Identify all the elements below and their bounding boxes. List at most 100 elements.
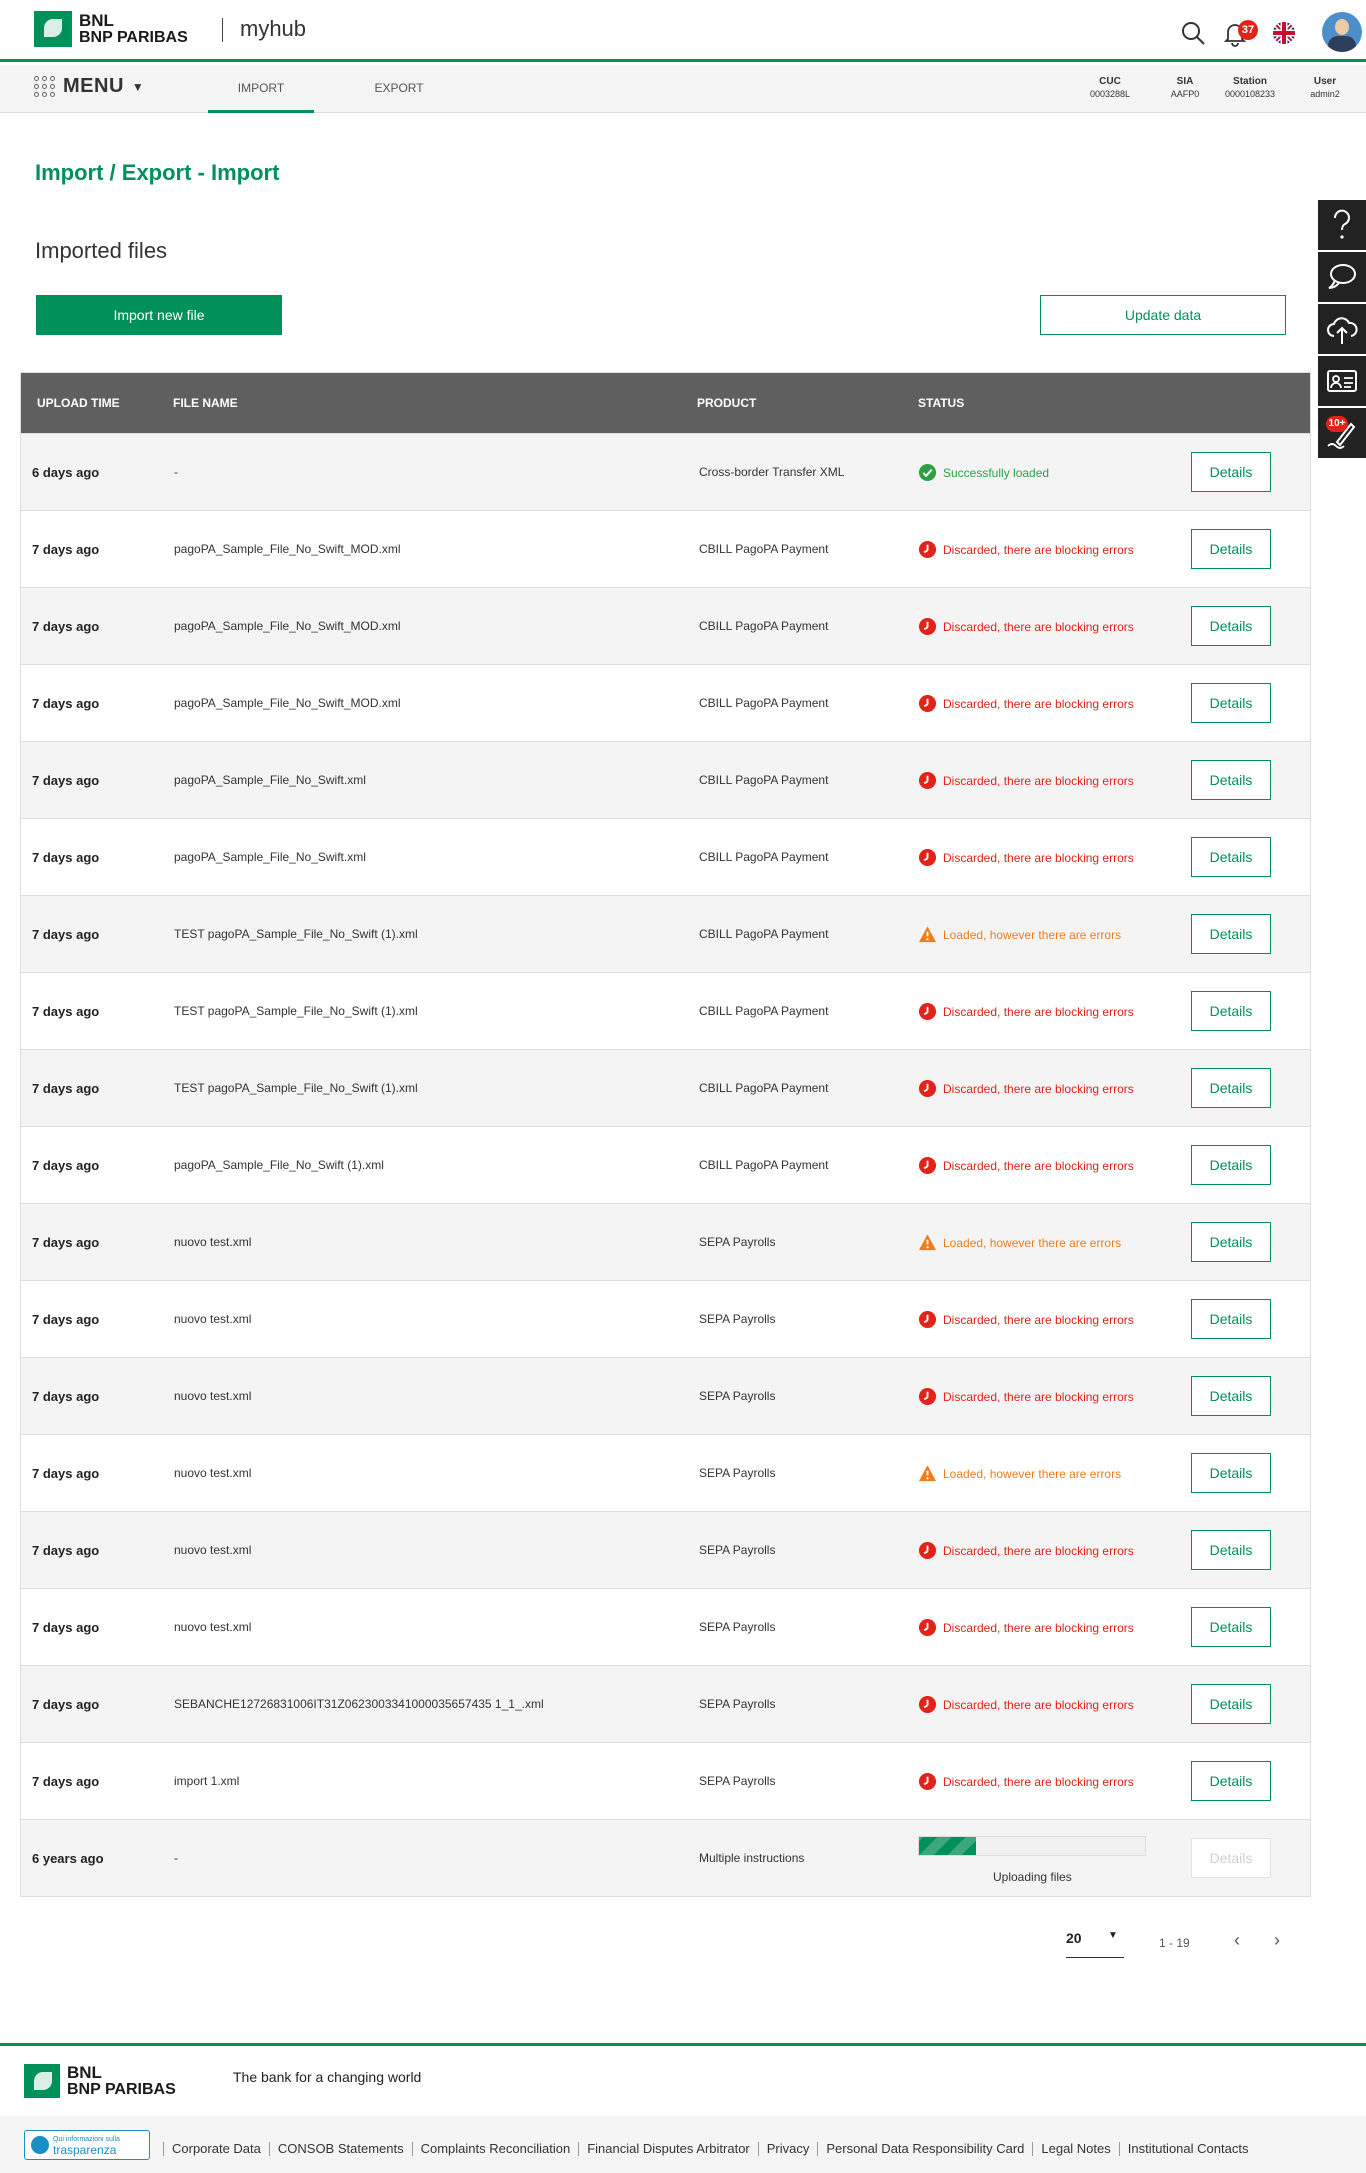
trasparenza-link[interactable]: Qui informazioni sulla trasparenza xyxy=(24,2130,150,2160)
contact-card-button[interactable] xyxy=(1318,356,1366,406)
status-text: Discarded, there are blocking errors xyxy=(943,1158,1134,1173)
prev-page-icon[interactable]: ‹ xyxy=(1234,1930,1240,1951)
footer-link[interactable]: Legal Notes xyxy=(1032,2142,1118,2156)
footer-tagline: The bank for a changing world xyxy=(233,2069,422,2085)
file-name-cell: pagoPA_Sample_File_No_Swift.xml xyxy=(174,773,366,787)
details-button[interactable]: Details xyxy=(1191,991,1271,1031)
product-cell: SEPA Payrolls xyxy=(699,1235,776,1249)
details-button[interactable]: Details xyxy=(1191,760,1271,800)
error-clock-icon xyxy=(918,1156,937,1175)
avatar[interactable] xyxy=(1322,12,1362,52)
table-row: 7 days ago nuovo test.xml SEPA Payrolls Loa… xyxy=(21,1203,1310,1280)
bnl-logo[interactable]: BNL BNP PARIBAS xyxy=(34,11,188,47)
upload-time-cell: 7 days ago xyxy=(32,1543,100,1558)
product-cell: CBILL PagoPA Payment xyxy=(699,696,829,710)
details-button[interactable]: Details xyxy=(1191,1068,1271,1108)
bnp-logo-icon xyxy=(24,2064,60,2098)
product-cell: SEPA Payrolls xyxy=(699,1312,776,1326)
upload-time-cell: 7 days ago xyxy=(32,850,100,865)
menu-button[interactable]: MENU ▼ xyxy=(34,75,144,98)
details-button[interactable]: Details xyxy=(1191,1145,1271,1185)
footer-link[interactable]: CONSOB Statements xyxy=(268,2142,412,2156)
status-text: Discarded, there are blocking errors xyxy=(943,850,1134,865)
help-button[interactable] xyxy=(1318,200,1366,250)
footer-link[interactable]: Institutional Contacts xyxy=(1118,2142,1257,2156)
details-button[interactable]: Details xyxy=(1191,1376,1271,1416)
uk-flag-icon[interactable] xyxy=(1272,21,1296,45)
details-button[interactable]: Details xyxy=(1191,1838,1271,1878)
footer-link[interactable]: Privacy xyxy=(757,2142,818,2156)
status-text: Discarded, there are blocking errors xyxy=(943,1081,1134,1096)
upload-time-cell: 7 days ago xyxy=(32,1158,100,1173)
table-row: 7 days ago nuovo test.xml SEPA Payrolls Dis… xyxy=(21,1511,1310,1588)
product-cell: Cross-border Transfer XML xyxy=(699,465,845,479)
footer-link[interactable]: Corporate Data xyxy=(163,2142,269,2156)
tab-import[interactable]: IMPORT xyxy=(208,65,314,113)
error-clock-icon xyxy=(918,1387,937,1406)
file-name-cell: TEST pagoPA_Sample_File_No_Swift (1).xml xyxy=(174,1081,418,1095)
header-status: STATUS xyxy=(918,396,965,410)
details-button[interactable]: Details xyxy=(1191,1530,1271,1570)
product-cell: SEPA Payrolls xyxy=(699,1466,776,1480)
product-cell: SEPA Payrolls xyxy=(699,1543,776,1557)
status-cell: Discarded, there are blocking errors xyxy=(918,1541,1134,1560)
info-icon xyxy=(31,2136,49,2154)
status-text: Discarded, there are blocking errors xyxy=(943,1543,1134,1558)
upload-progress-bar xyxy=(918,1836,1146,1856)
details-button[interactable]: Details xyxy=(1191,1684,1271,1724)
product-cell: Multiple instructions xyxy=(699,1851,805,1865)
details-button[interactable]: Details xyxy=(1191,837,1271,877)
next-page-icon[interactable]: › xyxy=(1274,1930,1280,1951)
menu-label: MENU xyxy=(63,75,124,97)
top-bar: BNL BNP PARIBAS myhub 37 xyxy=(0,0,1366,62)
details-button[interactable]: Details xyxy=(1191,1761,1271,1801)
update-data-button[interactable]: Update data xyxy=(1040,295,1286,335)
upload-time-cell: 7 days ago xyxy=(32,1312,100,1327)
footer-logo[interactable]: BNL BNP PARIBAS xyxy=(24,2064,176,2098)
footer-links: Corporate Data CONSOB Statements Complaint… xyxy=(163,2142,1256,2156)
chevron-down-icon: ▼ xyxy=(131,79,144,94)
status-cell: Discarded, there are blocking errors xyxy=(918,1002,1134,1021)
tab-export[interactable]: EXPORT xyxy=(346,65,452,113)
upload-time-cell: 7 days ago xyxy=(32,1774,100,1789)
status-cell: Successfully loaded xyxy=(918,463,1049,482)
status-cell: Loaded, however there are errors xyxy=(918,1233,1121,1252)
footer-link[interactable]: Financial Disputes Arbitrator xyxy=(578,2142,758,2156)
footer-link[interactable]: Personal Data Responsibility Card xyxy=(817,2142,1032,2156)
quick-actions-sidebar: 10+ xyxy=(1318,200,1366,460)
product-cell: CBILL PagoPA Payment xyxy=(699,1004,829,1018)
warning-icon xyxy=(918,1464,937,1483)
signature-button[interactable]: 10+ xyxy=(1318,408,1366,458)
upload-button[interactable] xyxy=(1318,304,1366,354)
page-size-select[interactable]: 20 ▼ xyxy=(1066,1922,1124,1958)
details-button[interactable]: Details xyxy=(1191,1453,1271,1493)
status-cell: Discarded, there are blocking errors xyxy=(918,1618,1134,1637)
bnp-logo-icon xyxy=(34,11,72,47)
search-icon[interactable] xyxy=(1180,20,1206,46)
details-button[interactable]: Details xyxy=(1191,529,1271,569)
details-button[interactable]: Details xyxy=(1191,606,1271,646)
product-cell: CBILL PagoPA Payment xyxy=(699,1158,829,1172)
details-button[interactable]: Details xyxy=(1191,914,1271,954)
import-new-file-button[interactable]: Import new file xyxy=(36,295,282,335)
error-clock-icon xyxy=(918,1310,937,1329)
table-row: 7 days ago import 1.xml SEPA Payrolls Disca… xyxy=(21,1742,1310,1819)
pagination-range: 1 - 19 xyxy=(1159,1936,1190,1950)
status-cell: Discarded, there are blocking errors xyxy=(918,1156,1134,1175)
info-station: Station 0000108233 xyxy=(1224,76,1276,99)
details-button[interactable]: Details xyxy=(1191,683,1271,723)
upload-time-cell: 7 days ago xyxy=(32,1389,100,1404)
footer-link[interactable]: Complaints Reconciliation xyxy=(411,2142,579,2156)
upload-time-cell: 7 days ago xyxy=(32,1235,100,1250)
chat-button[interactable] xyxy=(1318,252,1366,302)
table-row: 7 days ago SEBANCHE12726831006IT31Z062300… xyxy=(21,1665,1310,1742)
details-button[interactable]: Details xyxy=(1191,1222,1271,1262)
table-row: 7 days ago pagoPA_Sample_File_No_Swift_MO… xyxy=(21,664,1310,741)
info-cuc: CUC 0003288L xyxy=(1089,76,1131,99)
file-name-cell: nuovo test.xml xyxy=(174,1543,252,1557)
details-button[interactable]: Details xyxy=(1191,1299,1271,1339)
notification-badge: 37 xyxy=(1238,20,1258,40)
details-button[interactable]: Details xyxy=(1191,452,1271,492)
details-button[interactable]: Details xyxy=(1191,1607,1271,1647)
table-row: 6 days ago - Cross-border Transfer XML Succ… xyxy=(21,433,1310,510)
